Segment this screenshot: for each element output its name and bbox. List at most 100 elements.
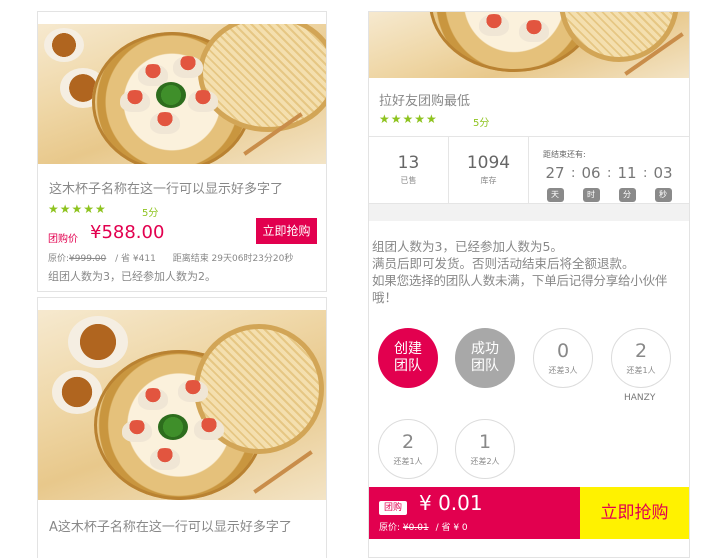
info-line: 满员后即可发货。否则活动结束后将全额退款。 (372, 256, 635, 271)
group-tag: 团购 (379, 501, 407, 515)
tea-cup-image (44, 28, 84, 62)
team-bubble[interactable]: 2 还差1人 (378, 419, 438, 479)
buy-now-button[interactable]: 立即抢购 (580, 487, 689, 539)
rating-score: 5分 (142, 208, 159, 219)
product-title[interactable]: A这木杯子名称在这一行可以显示好多字了 (49, 516, 292, 535)
dumpling-image (122, 420, 152, 442)
hours-unit: 时 (582, 188, 600, 202)
dumpling-image (173, 56, 203, 78)
info-line: 如果您选择的团队人数未满，下单后记得分享给小伙伴 (372, 273, 668, 288)
greens-image (158, 414, 188, 440)
greens-image (156, 82, 186, 108)
team-count: 2 (634, 340, 648, 362)
team-remaining: 还差2人 (470, 457, 500, 466)
product-image[interactable] (38, 310, 326, 500)
steamer-lid-image (559, 12, 679, 62)
bottom-spacer (369, 539, 689, 557)
orig-price: ¥999.00 (69, 254, 107, 264)
product-meta: 原价:¥999.00 / 省 ¥411 距离结束 29天06时23分20秒 (48, 251, 293, 264)
success-team-label: 团队 (471, 358, 499, 374)
countdown-separator: : (607, 166, 612, 181)
dumpling-image (479, 14, 509, 36)
product-price: ¥588.00 (90, 222, 165, 243)
group-buy-detail: 拉好友团购最低 ★★★★★ 5分 13 已售 1094 库存 距结束还有: 27… (368, 11, 690, 558)
team-count: 1 (478, 431, 492, 453)
team-bubble[interactable]: 2 还差1人 (611, 328, 671, 388)
info-line: 组团人数为3，已经参加人数为5。 (372, 239, 563, 254)
team-bubble[interactable]: 0 还差3人 (533, 328, 593, 388)
days-unit: 天 (546, 188, 564, 202)
hours-value: 06 (581, 164, 601, 182)
sold-count: 13 (397, 153, 420, 173)
stats-bar: 13 已售 1094 库存 距结束还有: 27 天 : 06 时 : 11 分 … (369, 136, 689, 204)
dumpling-image (188, 90, 218, 112)
dumpling-image (120, 90, 150, 112)
tea-cup-image (52, 370, 102, 414)
success-team-button[interactable]: 成功 团队 (455, 328, 515, 388)
bottom-price: ¥ 0.01 (419, 491, 483, 515)
info-line: 哦！ (372, 290, 398, 305)
orig-label: 原价: (379, 523, 401, 533)
countdown-timer: 27 天 : 06 时 : 11 分 : 03 秒 (543, 160, 683, 202)
create-team-button[interactable]: 创建 团队 (378, 328, 438, 388)
team-count: 0 (556, 340, 570, 362)
product-card[interactable]: A这木杯子名称在这一行可以显示好多字了 (37, 297, 327, 558)
dumpling-image (150, 112, 180, 134)
chopsticks-image (253, 450, 313, 494)
days-value: 27 (545, 164, 565, 182)
countdown-label: 距结束还有: (543, 150, 586, 159)
sold-label: 已售 (400, 176, 417, 185)
team-remaining: 还差1人 (393, 457, 423, 466)
product-title[interactable]: 这木杯子名称在这一行可以显示好多字了 (49, 178, 283, 197)
countdown: 距结束还有: 27 天 : 06 时 : 11 分 : 03 秒 (543, 149, 683, 202)
team-remaining: 还差1人 (626, 366, 656, 375)
bottom-purchase-bar: 团购 ¥ 0.01 原价: ¥0.01 / 省 ¥ 0 立即抢购 (369, 487, 689, 539)
minutes-value: 11 (617, 164, 637, 182)
orig-price: ¥0.01 (402, 523, 429, 533)
group-info-text: 组团人数为3，已经参加人数为5。 满员后即可发货。否则活动结束后将全额退款。 如… (372, 238, 688, 306)
create-team-label: 创建 (394, 341, 422, 357)
countdown-separator: : (643, 166, 648, 181)
countdown-separator: : (571, 166, 576, 181)
team-remaining: 还差3人 (548, 366, 578, 375)
save-text: / 省 ¥411 (115, 254, 156, 264)
stock-stat: 1094 库存 (449, 137, 529, 203)
team-count: 2 (401, 431, 415, 453)
stock-count: 1094 (466, 153, 511, 173)
countdown-hours: 06 时 (579, 164, 603, 202)
dumpling-image (194, 418, 224, 440)
teapot-image (68, 316, 128, 368)
dumpling-image (519, 20, 549, 42)
team-member-name: HANZY (624, 393, 656, 403)
rating-stars: ★★★★★ (48, 202, 107, 216)
dumpling-image (150, 448, 180, 470)
countdown-minutes: 11 分 (615, 164, 639, 202)
rating-score: 5分 (473, 118, 490, 129)
minutes-unit: 分 (618, 188, 636, 202)
countdown-seconds: 03 秒 (651, 164, 675, 202)
dumpling-image (178, 380, 208, 402)
price-tag: 团购价 (48, 234, 78, 245)
buy-now-button[interactable]: 立即抢购 (256, 218, 317, 244)
bottom-meta: 原价: ¥0.01 / 省 ¥ 0 (379, 520, 468, 533)
seconds-value: 03 (653, 164, 673, 182)
save-text: / 省 ¥ 0 (435, 523, 468, 533)
rating-stars: ★★★★★ (379, 112, 438, 126)
orig-label: 原价: (48, 254, 70, 264)
bottom-price-area: 团购 ¥ 0.01 原价: ¥0.01 / 省 ¥ 0 (369, 487, 580, 539)
stock-label: 库存 (480, 176, 497, 185)
product-card[interactable]: 这木杯子名称在这一行可以显示好多字了 ★★★★★ 5分 团购价 ¥588.00 … (37, 11, 327, 292)
countdown-text: 距离结束 29天06时23分20秒 (172, 254, 294, 264)
detail-image (369, 12, 689, 78)
create-team-label: 团队 (394, 358, 422, 374)
countdown-days: 27 天 (543, 164, 567, 202)
success-team-label: 成功 (471, 341, 499, 357)
group-info: 组团人数为3，已经参加人数为2。 (48, 270, 216, 283)
seconds-unit: 秒 (654, 188, 672, 202)
dumpling-image (138, 388, 168, 410)
team-bubble[interactable]: 1 还差2人 (455, 419, 515, 479)
sold-stat: 13 已售 (369, 137, 449, 203)
product-image[interactable] (38, 24, 326, 164)
detail-title: 拉好友团购最低 (379, 94, 471, 109)
divider-strip (369, 204, 689, 221)
